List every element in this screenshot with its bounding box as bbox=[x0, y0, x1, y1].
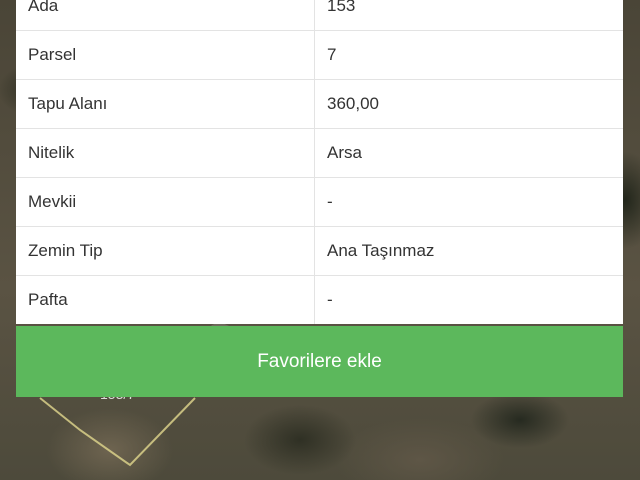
row-value-parsel: 7 bbox=[327, 45, 337, 64]
row-value-zemin-tip: Ana Taşınmaz bbox=[327, 241, 435, 260]
table-row: Ada 153 bbox=[16, 0, 623, 31]
row-label-parsel: Parsel bbox=[16, 31, 315, 79]
parcel-info-table: Ada 153 Parsel 7 Tapu Alanı 360,00 Nitel… bbox=[16, 0, 623, 324]
parcel-boundary bbox=[39, 397, 196, 467]
row-label-ada: Ada bbox=[16, 0, 315, 30]
table-row: Tapu Alanı 360,00 bbox=[16, 80, 623, 129]
table-row: Pafta - bbox=[16, 276, 623, 324]
row-label-nitelik: Nitelik bbox=[16, 129, 315, 177]
table-row: Zemin Tip Ana Taşınmaz bbox=[16, 227, 623, 276]
row-value-ada: 153 bbox=[327, 0, 356, 15]
table-row: Parsel 7 bbox=[16, 31, 623, 80]
add-to-favorites-button[interactable]: Favorilere ekle bbox=[16, 326, 623, 397]
row-value-nitelik: Arsa bbox=[327, 143, 362, 162]
table-row: Mevkii - bbox=[16, 178, 623, 227]
row-label-pafta: Pafta bbox=[16, 276, 315, 324]
row-value-mevkii: - bbox=[327, 192, 333, 211]
table-row: Nitelik Arsa bbox=[16, 129, 623, 178]
row-value-tapu-alani: 360,00 bbox=[327, 94, 379, 113]
row-value-pafta: - bbox=[327, 290, 333, 309]
row-label-mevkii: Mevkii bbox=[16, 178, 315, 226]
row-label-zemin-tip: Zemin Tip bbox=[16, 227, 315, 275]
row-label-tapu-alani: Tapu Alanı bbox=[16, 80, 315, 128]
